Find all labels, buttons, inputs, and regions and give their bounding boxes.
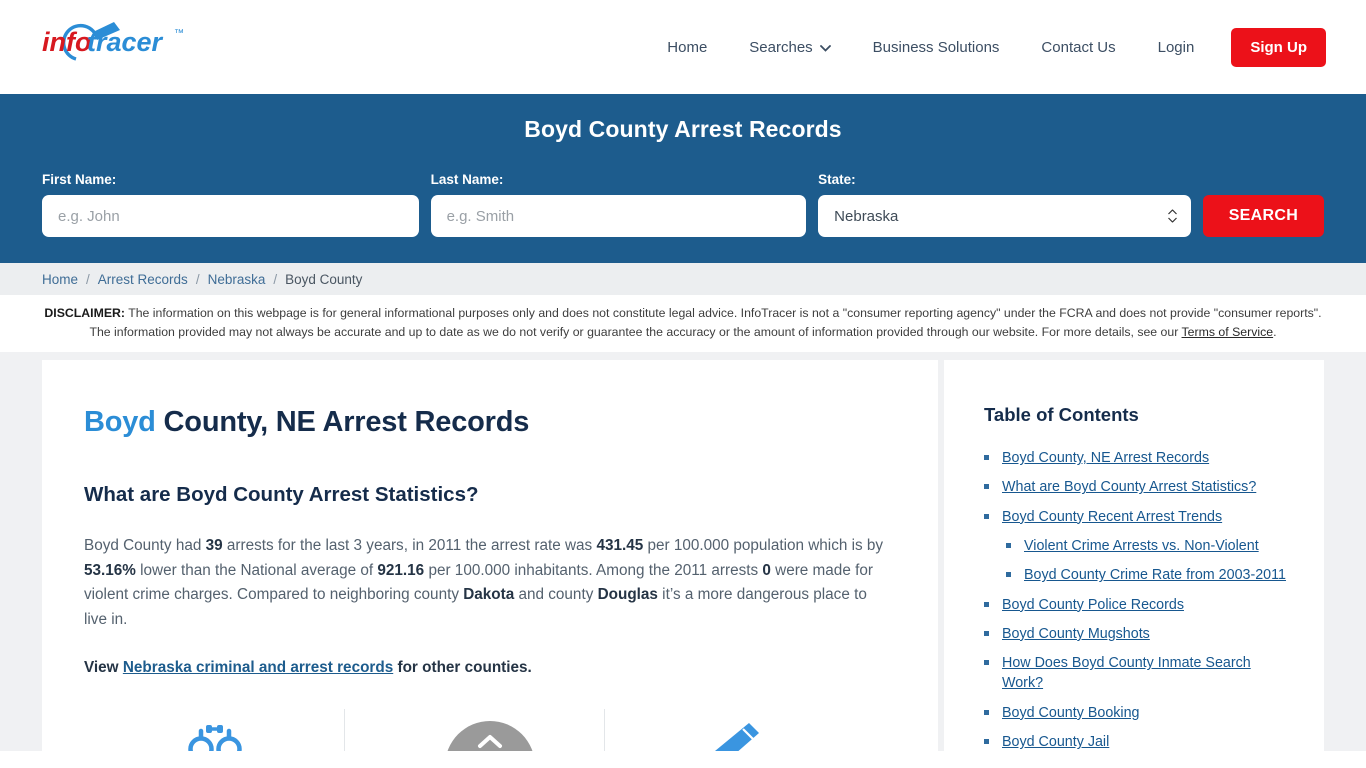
infotracer-logo[interactable]: info tracer ™ (42, 17, 242, 77)
view-records-cta: View Nebraska criminal and arrest record… (84, 659, 896, 677)
para-text: per 100.000 population which is by (643, 537, 884, 555)
toc-item[interactable]: What are Boyd County Arrest Statistics? (984, 477, 1294, 497)
stat-arrest-rate: 431.45 (596, 537, 644, 555)
stat-arrests: 39 (205, 537, 223, 555)
toc-item[interactable]: How Does Boyd County Inmate Search Work? (984, 653, 1294, 694)
search-button[interactable]: SEARCH (1202, 195, 1324, 237)
nav-login[interactable]: Login (1137, 39, 1216, 56)
infotracer-logo-graphic: info tracer ™ (42, 22, 184, 61)
neighbor-county-2: Douglas (597, 586, 658, 604)
last-name-input[interactable] (430, 195, 807, 237)
article-title-rest: County, NE Arrest Records (155, 406, 530, 439)
search-form: First Name: Last Name: State: Nebraska S… (42, 172, 1324, 237)
last-name-label: Last Name: (430, 172, 504, 187)
first-name-input[interactable] (42, 195, 419, 237)
toc-link-recent-arrest-trends[interactable]: Boyd County Recent Arrest Trends (1002, 509, 1222, 525)
terms-of-service-link[interactable]: Terms of Service (1182, 325, 1274, 339)
pen-icon (714, 722, 759, 752)
toc-list: Boyd County, NE Arrest Records What are … (984, 448, 1294, 751)
toc-link-police-records[interactable]: Boyd County Police Records (1002, 597, 1184, 613)
toc-link-crime-rate-2003-2011[interactable]: Boyd County Crime Rate from 2003-2011 (1024, 567, 1286, 583)
nav-searches-label: Searches (749, 38, 813, 56)
toc-item[interactable]: Boyd County Mugshots (984, 624, 1294, 644)
para-text: Boyd County had (84, 537, 206, 555)
toc-item[interactable]: Boyd County Jail (984, 732, 1294, 751)
handcuffs-icon (188, 724, 242, 752)
disclaimer-banner: DISCLAIMER: The information on this webp… (0, 295, 1366, 353)
table-of-contents-card: Table of Contents Boyd County, NE Arrest… (944, 360, 1324, 752)
feature-cell-records (604, 708, 864, 752)
neighbor-county-1: Dakota (463, 586, 515, 604)
main-navigation: Home Searches Business Solutions Contact… (646, 27, 1326, 67)
article-title-highlight: Boyd (84, 406, 156, 439)
toc-link-arrest-records[interactable]: Boyd County, NE Arrest Records (1002, 450, 1209, 466)
site-header: info tracer ™ Home Searches Business Sol… (0, 0, 1366, 94)
chevron-down-icon (819, 39, 831, 56)
main-content-card: Boyd County, NE Arrest Records What are … (42, 360, 938, 752)
state-select[interactable]: Nebraska (818, 195, 1191, 237)
nav-home[interactable]: Home (646, 39, 728, 56)
toc-link-mugshots[interactable]: Boyd County Mugshots (1002, 626, 1150, 642)
breadcrumb-separator: / (273, 271, 278, 287)
toc-link-violent-vs-nonviolent[interactable]: Violent Crime Arrests vs. Non-Violent (1024, 538, 1259, 554)
statistics-paragraph: Boyd County had 39 arrests for the last … (84, 534, 894, 633)
svg-text:tracer: tracer (87, 27, 164, 57)
toc-item[interactable]: Boyd County Recent Arrest Trends (984, 507, 1294, 527)
toc-item[interactable]: Boyd County Crime Rate from 2003-2011 (984, 565, 1294, 585)
nav-login-label: Login (1157, 38, 1195, 56)
svg-text:™: ™ (174, 28, 184, 39)
nav-contact-us-label: Contact Us (1041, 38, 1116, 56)
toc-link-jail[interactable]: Boyd County Jail (1002, 734, 1109, 750)
nav-home-label: Home (667, 38, 708, 56)
para-text: and county (514, 586, 598, 604)
last-name-field-group: Last Name: (430, 172, 807, 237)
breadcrumb-item-nebraska[interactable]: Nebraska (208, 272, 266, 287)
state-field-group: State: Nebraska (818, 172, 1191, 237)
nav-searches[interactable]: Searches (728, 39, 851, 56)
chevron-up-icon (478, 735, 502, 749)
stat-national-average: 921.16 (377, 561, 425, 579)
breadcrumb-item-arrest-records[interactable]: Arrest Records (98, 272, 188, 287)
toc-item[interactable]: Violent Crime Arrests vs. Non-Violent (984, 536, 1294, 556)
toc-link-arrest-statistics[interactable]: What are Boyd County Arrest Statistics? (1002, 479, 1256, 495)
nav-contact-us[interactable]: Contact Us (1020, 39, 1136, 56)
section-heading-statistics: What are Boyd County Arrest Statistics? (84, 483, 479, 507)
breadcrumb-separator: / (86, 271, 90, 287)
toc-heading: Table of Contents (984, 404, 1139, 426)
toc-item[interactable]: Boyd County, NE Arrest Records (984, 448, 1294, 468)
stat-violent-arrests: 0 (762, 561, 771, 579)
search-hero: Boyd County Arrest Records First Name: L… (0, 94, 1366, 263)
breadcrumb-item-home[interactable]: Home (42, 272, 78, 287)
sign-up-button[interactable]: Sign Up (1231, 27, 1326, 67)
disclaimer-text: The information on this webpage is for g… (89, 306, 1322, 340)
page-body: Boyd County, NE Arrest Records What are … (0, 352, 1366, 752)
nav-business-solutions[interactable]: Business Solutions (852, 39, 1021, 56)
nebraska-records-link[interactable]: Nebraska criminal and arrest records (123, 659, 393, 676)
cta-prefix: View (84, 658, 123, 676)
cta-suffix: for other counties. (393, 658, 532, 676)
page-heading: Boyd County Arrest Records (524, 116, 842, 142)
disclaimer-label: DISCLAIMER: (44, 306, 125, 320)
breadcrumb-item-boyd-county: Boyd County (285, 271, 363, 287)
feature-cell-arrests (84, 709, 344, 752)
nav-business-solutions-label: Business Solutions (872, 38, 1000, 56)
disclaimer-period: . (1273, 325, 1277, 340)
stat-percent-lower: 53.16% (84, 561, 136, 579)
para-text: per 100.000 inhabitants. Among the 2011 … (424, 561, 763, 579)
state-label: State: (818, 172, 856, 187)
toc-link-inmate-search[interactable]: How Does Boyd County Inmate Search Work? (1002, 655, 1251, 691)
toc-item[interactable]: Boyd County Police Records (984, 595, 1294, 615)
para-text: arrests for the last 3 years, in 2011 th… (222, 537, 597, 555)
para-text: lower than the National average of (135, 561, 378, 579)
article-title: Boyd County, NE Arrest Records (84, 406, 896, 439)
first-name-field-group: First Name: (42, 172, 419, 237)
toc-item[interactable]: Boyd County Booking (984, 703, 1294, 723)
toc-link-booking[interactable]: Boyd County Booking (1002, 705, 1140, 721)
breadcrumb: Home / Arrest Records / Nebraska / Boyd … (0, 263, 1366, 295)
svg-text:info: info (42, 27, 91, 57)
breadcrumb-separator: / (195, 271, 200, 287)
first-name-label: First Name: (42, 172, 117, 187)
